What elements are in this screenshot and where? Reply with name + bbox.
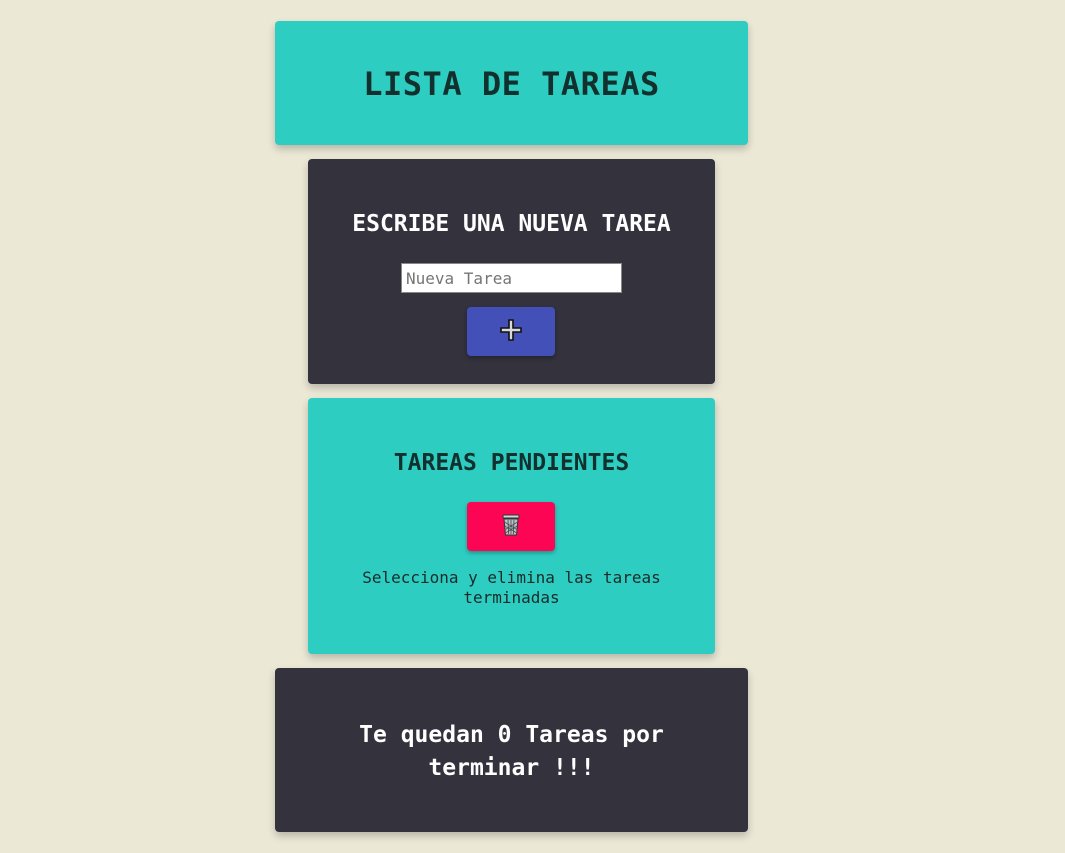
new-task-heading: ESCRIBE UNA NUEVA TAREA xyxy=(352,211,671,237)
trash-icon xyxy=(500,513,522,540)
page-title: LISTA DE TAREAS xyxy=(363,65,660,103)
remaining-tasks-card: Te quedan 0 Tareas por terminar !!! xyxy=(275,668,748,832)
new-task-card: ESCRIBE UNA NUEVA TAREA xyxy=(308,159,715,384)
delete-tasks-button[interactable] xyxy=(467,502,555,551)
remaining-tasks-counter: Te quedan 0 Tareas por terminar !!! xyxy=(359,722,664,781)
pending-tasks-hint: Selecciona y elimina las tareas terminad… xyxy=(362,568,661,607)
new-task-input[interactable] xyxy=(401,263,622,293)
pending-tasks-heading: TAREAS PENDIENTES xyxy=(393,450,630,476)
header-card: LISTA DE TAREAS xyxy=(275,21,748,145)
add-task-button[interactable] xyxy=(467,307,555,356)
pending-tasks-card: TAREAS PENDIENTES Selecciona y elimina l… xyxy=(308,398,715,654)
plus-icon xyxy=(499,318,523,345)
